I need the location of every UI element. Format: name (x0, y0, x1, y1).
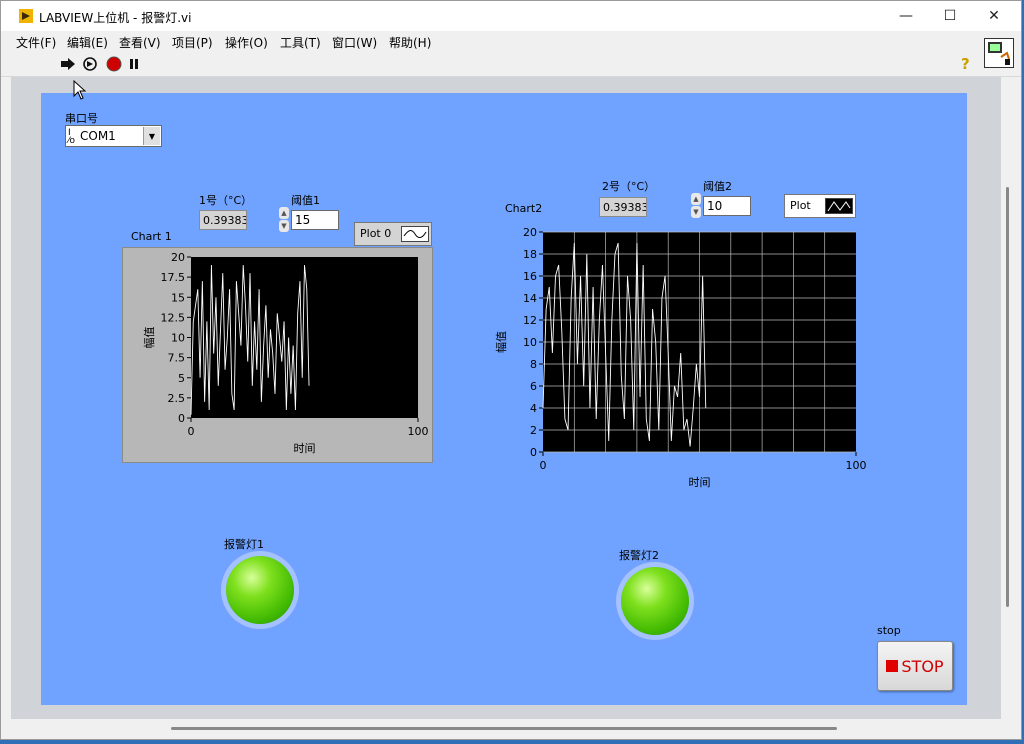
x-axis-label: 时间 (689, 476, 711, 489)
y-tick-label: 17.5 (161, 271, 186, 284)
menu-project[interactable]: 项目(P) (172, 34, 213, 51)
chart2-legend[interactable]: Plot (784, 194, 856, 218)
chart1-plot: 0 2.5 5 7.5 10 12.5 15 17.5 20 0 100 时间 幅值 (143, 251, 429, 455)
alarm2-label: 报警灯2 (619, 549, 659, 562)
alarm2-led[interactable] (621, 567, 689, 635)
temp1-label: 1号（°C） (199, 194, 253, 207)
y-tick-label: 2.5 (168, 392, 186, 405)
menu-view[interactable]: 查看(V) (119, 34, 161, 51)
y-tick-label: 20 (523, 226, 537, 239)
threshold1-label: 阈值1 (291, 194, 320, 207)
mouse-cursor-icon (73, 80, 87, 100)
y-axis-label: 幅值 (143, 327, 156, 349)
y-tick-label: 8 (530, 358, 537, 371)
y-tick-label: 7.5 (168, 352, 186, 365)
serial-port-value: COM1 (80, 129, 116, 143)
window-title: LABVIEW上位机 - 报警灯.vi (39, 11, 192, 25)
menu-tools[interactable]: 工具(T) (280, 34, 321, 51)
vertical-scroll-thumb[interactable] (1006, 187, 1009, 607)
chart1-legend-label: Plot 0 (360, 227, 392, 240)
horizontal-scrollbar[interactable] (11, 721, 1001, 735)
y-tick-label: 10 (523, 336, 537, 349)
chart2-legend-label: Plot (790, 199, 811, 212)
temp1-indicator: 0.39383 (199, 210, 247, 230)
y-tick-label: 14 (523, 292, 537, 305)
x-tick-label: 100 (846, 459, 867, 472)
y-tick-label: 15 (171, 291, 185, 304)
title-bar: LABVIEW上位机 - 报警灯.vi — ☐ ✕ (1, 1, 1021, 31)
run-continuously-icon[interactable] (82, 56, 98, 72)
temp2-indicator: 0.39383 (599, 197, 647, 217)
serial-port-select[interactable]: I ⁄o COM1 ▼ (65, 125, 162, 147)
stop-button[interactable]: STOP (877, 641, 953, 691)
x-tick-label: 0 (188, 425, 195, 438)
y-tick-label: 12.5 (161, 311, 186, 324)
stop-square-icon (886, 660, 899, 672)
horizontal-scroll-thumb[interactable] (171, 727, 837, 730)
chart1-legend[interactable]: Plot 0 (354, 222, 432, 246)
menu-window[interactable]: 窗口(W) (332, 34, 377, 51)
maximize-button[interactable]: ☐ (927, 1, 973, 31)
menu-operate[interactable]: 操作(O) (225, 34, 268, 51)
threshold1-spinner[interactable]: ▲ ▼ (279, 207, 289, 233)
vi-icon[interactable] (984, 38, 1014, 68)
y-tick-label: 18 (523, 248, 537, 261)
alarm1-led[interactable] (226, 556, 294, 624)
stop-label: stop (877, 624, 901, 637)
y-tick-label: 6 (530, 380, 537, 393)
chevron-down-icon[interactable]: ▼ (143, 127, 160, 145)
close-button[interactable]: ✕ (971, 1, 1017, 31)
plot-line-icon (825, 198, 853, 214)
chart2-title: Chart2 (505, 202, 543, 215)
stop-button-text: STOP (901, 656, 944, 676)
plot-line-icon (401, 226, 429, 242)
labview-app-icon (19, 9, 33, 23)
threshold1-input[interactable]: 15 (291, 210, 339, 230)
menu-help[interactable]: 帮助(H) (389, 34, 431, 51)
y-tick-label: 4 (530, 402, 537, 415)
x-axis-label: 时间 (294, 442, 316, 455)
menu-edit[interactable]: 编辑(E) (67, 34, 108, 51)
vertical-scrollbar[interactable] (1001, 77, 1015, 719)
menu-file[interactable]: 文件(F) (16, 34, 56, 51)
context-help-icon[interactable]: ? (961, 55, 970, 73)
pause-icon[interactable] (126, 56, 142, 72)
temp2-label: 2号（°C） (602, 180, 656, 193)
threshold2-spinner[interactable]: ▲ ▼ (691, 193, 701, 219)
alarm1-label: 报警灯1 (224, 538, 264, 551)
minimize-button[interactable]: — (883, 1, 929, 31)
labview-window: LABVIEW上位机 - 报警灯.vi — ☐ ✕ 文件(F) 编辑(E) 查看… (0, 0, 1022, 740)
y-tick-label: 0 (530, 446, 537, 459)
abort-execution-icon[interactable] (106, 56, 122, 72)
y-axis-label: 幅值 (495, 331, 508, 353)
menu-bar: 文件(F) 编辑(E) 查看(V) 项目(P) 操作(O) 工具(T) 窗口(W… (1, 31, 1021, 51)
io-icon: I ⁄o (68, 128, 76, 146)
y-tick-label: 20 (171, 251, 185, 264)
y-tick-label: 2 (530, 424, 537, 437)
serial-port-label: 串口号 (65, 112, 98, 125)
chart2-plot: 0 2 4 6 8 10 12 14 16 18 20 0 100 时间 幅值 (495, 226, 867, 489)
x-tick-label: 100 (408, 425, 429, 438)
y-tick-label: 12 (523, 314, 537, 327)
chart1-title: Chart 1 (131, 230, 172, 243)
y-tick-label: 0 (178, 412, 185, 425)
y-tick-label: 5 (178, 372, 185, 385)
threshold2-label: 阈值2 (703, 180, 732, 193)
run-arrow-icon[interactable] (60, 56, 76, 72)
y-tick-label: 16 (523, 270, 537, 283)
x-tick-label: 0 (540, 459, 547, 472)
threshold2-input[interactable]: 10 (703, 196, 751, 216)
toolbar: ? (1, 52, 1021, 77)
y-tick-label: 10 (171, 332, 185, 345)
